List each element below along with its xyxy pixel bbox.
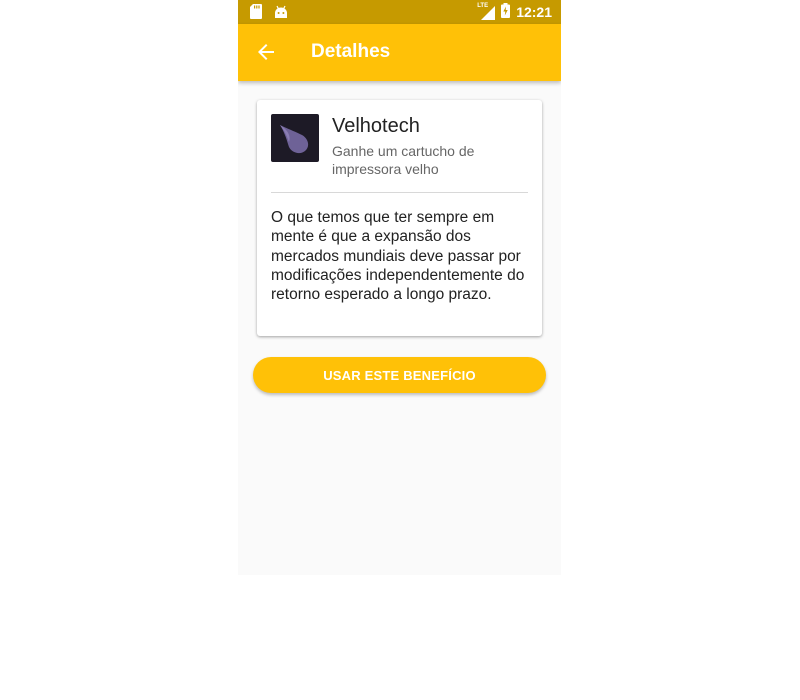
phone-screen: LTE 12:21 Detalhes Velhotech Ganhe um ca… xyxy=(238,0,561,575)
benefit-card: Velhotech Ganhe um cartucho de impressor… xyxy=(257,100,542,336)
sd-card-icon xyxy=(250,4,262,24)
lte-signal-icon: LTE xyxy=(477,3,496,20)
company-name: Velhotech xyxy=(332,115,420,137)
app-bar: Detalhes xyxy=(238,24,561,81)
android-icon xyxy=(274,5,288,24)
status-time: 12:21 xyxy=(516,4,552,20)
page-title: Detalhes xyxy=(311,41,391,62)
arrow-left-icon[interactable] xyxy=(254,40,278,64)
use-benefit-button[interactable]: USAR ESTE BENEFÍCIO xyxy=(253,357,546,393)
battery-charging-icon xyxy=(501,3,511,21)
benefit-subtitle: Ganhe um cartucho de impressora velho xyxy=(332,143,475,177)
benefit-description: O que temos que ter sempre em mente é qu… xyxy=(271,209,525,304)
status-left-icons xyxy=(250,4,288,24)
status-right-icons: LTE 12:21 xyxy=(477,3,552,21)
card-divider xyxy=(271,192,528,193)
velhotech-logo-icon xyxy=(271,114,319,162)
status-bar: LTE 12:21 xyxy=(238,0,561,24)
